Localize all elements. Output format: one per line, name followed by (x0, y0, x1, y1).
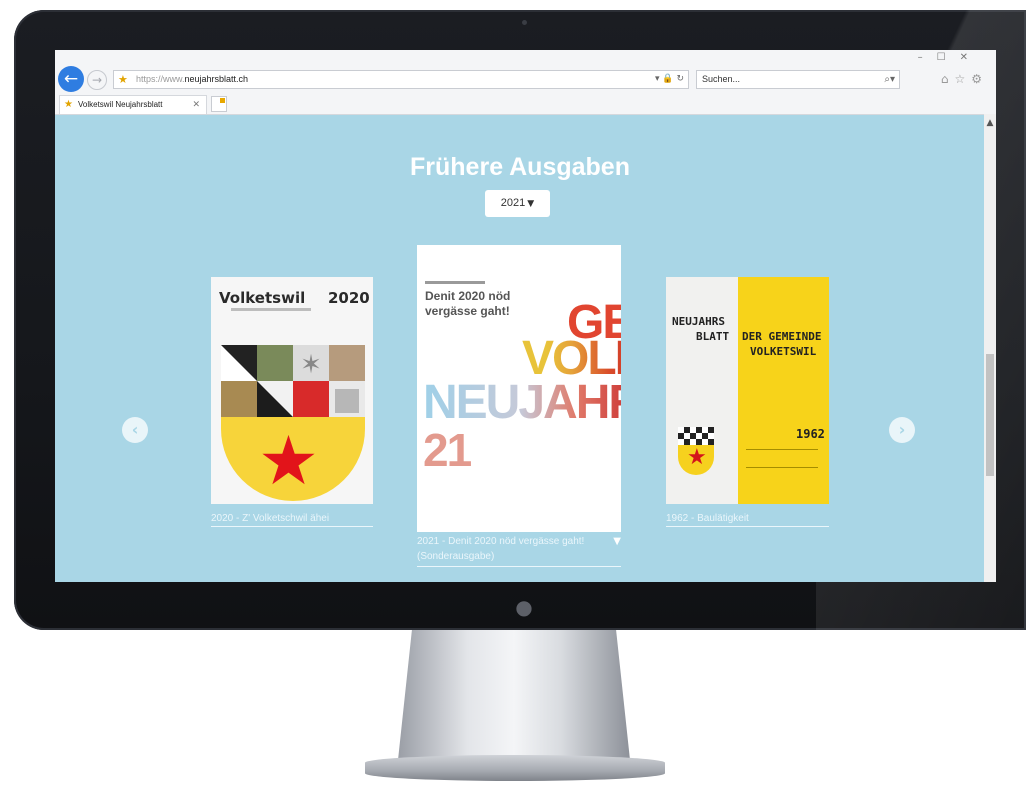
monitor-base (365, 755, 665, 781)
cover-overline (425, 281, 485, 284)
cover-caption[interactable]: 2020 - Z' Volketschwil ähei (211, 511, 373, 527)
tab-title: Volketswil Neujahrsblatt (78, 100, 163, 109)
cover-rule (746, 467, 818, 468)
scroll-up-icon[interactable]: ▲ (984, 118, 996, 128)
page-title: Frühere Ausgaben (410, 153, 630, 181)
address-bar[interactable]: ★ https://www.neujahrsblatt.ch ▾ 🔒 ↻ (113, 70, 689, 89)
cover-title: Volketswil (219, 289, 306, 307)
year-dropdown-value: 2021 (500, 197, 526, 209)
cover-2021[interactable]: Denit 2020 nöd vergässe gaht! GE VOLK NE… (417, 245, 621, 532)
checkered-pattern (678, 427, 714, 445)
tab-close-icon[interactable]: ✕ (192, 96, 200, 113)
coat-of-arms-grid: ✶ (221, 345, 365, 417)
cover-1962[interactable]: NEUJAHRS BLATT DER GEMEINDE VOLKETSWIL 1… (666, 277, 829, 504)
address-bar-icons[interactable]: ▾ 🔒 ↻ (655, 71, 684, 88)
monitor-stand (398, 630, 630, 760)
cover-year: 1962 (796, 427, 825, 441)
cover-subtitle (231, 308, 311, 311)
cover-rule (746, 449, 818, 450)
new-tab-button[interactable] (211, 96, 227, 112)
cover-word: BLATT (696, 330, 730, 343)
browser-window: ← → ★ https://www.neujahrsblatt.ch ▾ 🔒 ↻… (55, 50, 996, 582)
tab-active[interactable]: ★ Volketswil Neujahrsblatt ✕ (59, 95, 207, 114)
cover-word: VOLKETSWIL (750, 345, 817, 358)
browser-chrome: ← → ★ https://www.neujahrsblatt.ch ▾ 🔒 ↻… (55, 50, 996, 115)
apple-logo-icon: ● (515, 595, 533, 619)
cover-right-panel (738, 277, 829, 504)
carousel-prev-button[interactable]: ‹ (122, 417, 148, 443)
tab-favicon-icon: ★ (64, 99, 73, 110)
back-button[interactable]: ← (58, 66, 84, 92)
forward-button[interactable]: → (87, 70, 107, 90)
cover-caption[interactable]: 1962 - Baulätigkeit (666, 511, 829, 527)
cover-line: Denit 2020 nöd (425, 289, 511, 303)
cover-word: NEUJAHRS (672, 315, 725, 328)
webcam (522, 20, 527, 25)
chevron-down-icon[interactable]: ▼ (613, 534, 621, 549)
cover-line: vergässe gaht! (425, 304, 510, 318)
search-input[interactable]: Suchen... ⌕▾ (696, 70, 900, 89)
svg-text:✶: ✶ (300, 349, 322, 379)
cover-caption[interactable]: 2021 - Denit 2020 nöd vergässe gaht! (So… (417, 534, 621, 567)
scrollbar[interactable]: ▲ (984, 114, 996, 582)
carousel-next-button[interactable]: › (889, 417, 915, 443)
toolbar-icons[interactable]: ⌂☆⚙ (941, 72, 988, 86)
cover-word: 21 (423, 424, 472, 476)
cover-caption-text: 2021 - Denit 2020 nöd vergässe gaht! (So… (417, 536, 585, 562)
search-placeholder: Suchen... (702, 74, 741, 84)
red-star-icon: ★ (687, 445, 707, 470)
chevron-down-icon: ▼ (527, 199, 535, 209)
year-dropdown[interactable]: 2021 ▼ (485, 190, 550, 217)
cover-word: DER GEMEINDE (742, 330, 822, 343)
scroll-thumb[interactable] (986, 354, 994, 476)
coat-of-arms-shield: ★ (678, 427, 714, 475)
cover-year: 2020 (328, 289, 370, 307)
cover-word: NEUJAHR (423, 375, 621, 430)
red-star-icon: ★ (258, 422, 319, 501)
url-text: https://www.neujahrsblatt.ch (136, 74, 249, 84)
site-favicon-icon: ★ (118, 73, 128, 86)
search-icon[interactable]: ⌕▾ (884, 71, 895, 88)
window-controls[interactable]: –☐✕ (918, 52, 982, 63)
cover-2020[interactable]: Volketswil 2020 ✶ ★ (211, 277, 373, 504)
